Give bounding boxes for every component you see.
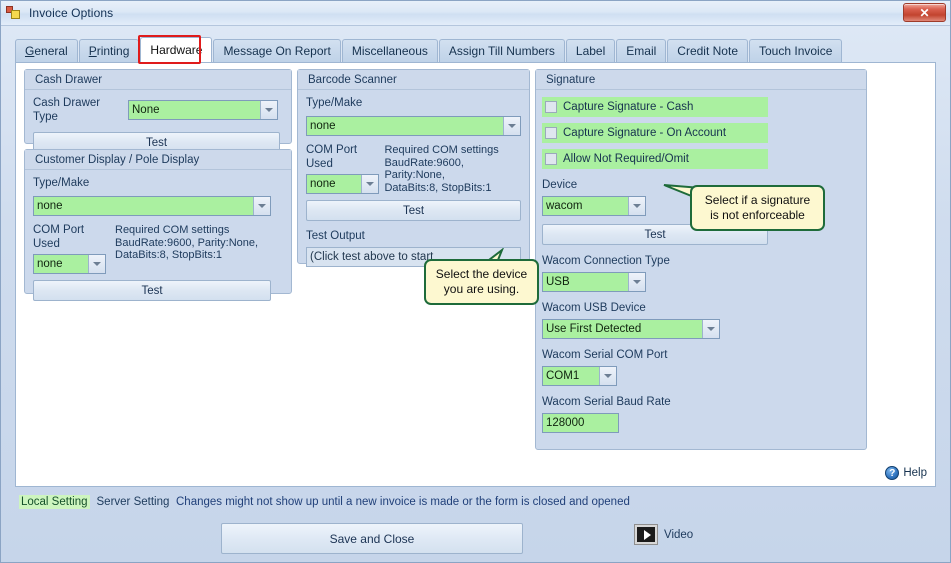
chevron-down-icon[interactable] — [628, 197, 645, 215]
barcode-scanner-group-title: Barcode Scanner — [298, 70, 529, 90]
settings-legend: Local Setting Server Setting — [19, 495, 171, 509]
device-tip-line1: Select the device — [435, 267, 528, 281]
tab-miscellaneous[interactable]: Miscellaneous — [341, 39, 438, 62]
cash-drawer-group-title: Cash Drawer — [25, 70, 291, 90]
tab-email[interactable]: Email — [616, 39, 667, 62]
signature-device-value: wacom — [543, 197, 628, 215]
signature-group-title: Signature — [536, 70, 866, 90]
capture-signature-on-account-label: Capture Signature - On Account — [563, 127, 727, 139]
customer-display-type-label: Type/Make — [33, 177, 90, 189]
help-link[interactable]: ? Help — [885, 466, 927, 480]
customer-display-com-label: COM Port Used — [33, 224, 85, 250]
help-label: Help — [903, 467, 927, 479]
barcode-type-combo[interactable]: none — [306, 116, 521, 136]
wacom-connection-type-combo[interactable]: USB — [542, 272, 646, 292]
tab-printing[interactable]: Printing — [78, 39, 140, 62]
legend-local-setting: Local Setting — [19, 495, 90, 509]
invoice-options-window: Invoice Options ✕ General Printing Hardw… — [0, 0, 951, 563]
signature-tip-line2: is not enforceable — [710, 208, 805, 222]
customer-display-group: Customer Display / Pole Display Type/Mak… — [24, 149, 292, 301]
play-icon — [634, 524, 658, 545]
barcode-test-output-label: Test Output — [306, 230, 365, 242]
chevron-down-icon[interactable] — [253, 197, 270, 215]
device-tip-callout: Select the device you are using. — [424, 259, 539, 305]
customer-display-com-combo[interactable]: none — [33, 254, 106, 274]
signature-tip-callout: Select if a signature is not enforceable — [690, 185, 825, 231]
barcode-type-value: none — [307, 117, 503, 135]
signature-device-combo[interactable]: wacom — [542, 196, 646, 216]
chevron-down-icon[interactable] — [260, 101, 277, 119]
allow-not-required-omit-label: Allow Not Required/Omit — [563, 153, 689, 165]
chevron-down-icon[interactable] — [361, 175, 378, 193]
changes-note: Changes might not show up until a new in… — [176, 496, 630, 508]
customer-display-group-title: Customer Display / Pole Display — [25, 150, 291, 170]
wacom-serial-baud-rate-input[interactable]: 128000 — [542, 413, 619, 433]
customer-display-com-value: none — [34, 255, 88, 273]
barcode-req-line1: BaudRate:9600, Parity:None, — [384, 156, 464, 182]
window-title: Invoice Options — [29, 6, 114, 20]
wacom-serial-com-port-label: Wacom Serial COM Port — [542, 349, 668, 361]
capture-signature-cash-label: Capture Signature - Cash — [563, 101, 694, 113]
legend-server-setting: Server Setting — [96, 496, 170, 508]
chevron-down-icon[interactable] — [599, 367, 616, 385]
barcode-req-title: Required COM settings — [384, 144, 499, 156]
wacom-usb-device-combo[interactable]: Use First Detected — [542, 319, 720, 339]
barcode-com-value: none — [307, 175, 361, 193]
save-and-close-button[interactable]: Save and Close — [221, 523, 523, 554]
close-button[interactable]: ✕ — [903, 3, 946, 22]
checkbox-icon[interactable] — [545, 101, 557, 113]
capture-signature-on-account-checkbox[interactable]: Capture Signature - On Account — [542, 123, 768, 143]
barcode-com-combo[interactable]: none — [306, 174, 379, 194]
wacom-usb-device-value: Use First Detected — [543, 320, 702, 338]
cash-drawer-group: Cash Drawer Cash Drawer Type None Test — [24, 69, 292, 153]
customer-display-req-line2: DataBits:8, StopBits:1 — [115, 249, 222, 261]
title-bar: Invoice Options ✕ — [1, 1, 950, 26]
customer-display-req-line1: BaudRate:9600, Parity:None, — [115, 236, 259, 249]
checkbox-icon[interactable] — [545, 127, 557, 139]
hardware-tab-page: Cash Drawer Cash Drawer Type None Test C… — [15, 62, 936, 487]
wacom-connection-type-value: USB — [543, 273, 628, 291]
customer-display-test-button[interactable]: Test — [33, 280, 271, 301]
barcode-com-label: COM Port Used — [306, 144, 358, 170]
footer-bar: Local Setting Server Setting Changes mig… — [1, 487, 950, 562]
barcode-type-label: Type/Make — [306, 97, 363, 109]
chevron-down-icon[interactable] — [88, 255, 105, 273]
app-window-icon — [6, 5, 22, 21]
signature-tip-line1: Select if a signature — [704, 193, 811, 207]
customer-display-req-title: Required COM settings — [115, 224, 230, 236]
tab-hardware[interactable]: Hardware — [140, 37, 213, 62]
tab-general[interactable]: General — [15, 39, 78, 62]
chevron-down-icon[interactable] — [628, 273, 645, 291]
wacom-serial-com-port-combo[interactable]: COM1 — [542, 366, 617, 386]
tab-strip: General Printing Hardware Message On Rep… — [15, 35, 950, 64]
tab-credit-note[interactable]: Credit Note — [667, 39, 748, 62]
cash-drawer-type-label: Cash Drawer Type — [33, 97, 101, 123]
device-tip-line2: you are using. — [443, 282, 520, 296]
tab-label[interactable]: Label — [565, 39, 616, 62]
tab-touch-invoice[interactable]: Touch Invoice — [749, 39, 843, 62]
question-mark-icon: ? — [885, 466, 900, 480]
allow-not-required-omit-checkbox[interactable]: Allow Not Required/Omit — [542, 149, 768, 169]
checkbox-icon[interactable] — [545, 153, 557, 165]
wacom-connection-type-label: Wacom Connection Type — [542, 255, 670, 267]
barcode-test-button[interactable]: Test — [306, 200, 521, 221]
wacom-serial-baud-rate-label: Wacom Serial Baud Rate — [542, 396, 671, 408]
video-link[interactable]: Video — [634, 524, 694, 545]
cash-drawer-type-value: None — [129, 101, 260, 119]
video-label: Video — [664, 528, 694, 541]
wacom-serial-com-port-value: COM1 — [543, 367, 599, 385]
tab-assign-till-numbers[interactable]: Assign Till Numbers — [438, 39, 565, 62]
customer-display-type-combo[interactable]: none — [33, 196, 271, 216]
tab-message-on-report[interactable]: Message On Report — [213, 39, 341, 62]
signature-group: Signature Capture Signature - Cash Captu… — [535, 69, 867, 450]
chevron-down-icon[interactable] — [503, 117, 520, 135]
barcode-req-line2: DataBits:8, StopBits:1 — [384, 181, 492, 194]
cash-drawer-type-combo[interactable]: None — [128, 100, 278, 120]
customer-display-type-value: none — [34, 197, 253, 215]
barcode-scanner-group: Barcode Scanner Type/Make none COM Port … — [297, 69, 530, 267]
chevron-down-icon[interactable] — [702, 320, 719, 338]
wacom-usb-device-label: Wacom USB Device — [542, 302, 646, 314]
capture-signature-cash-checkbox[interactable]: Capture Signature - Cash — [542, 97, 768, 117]
